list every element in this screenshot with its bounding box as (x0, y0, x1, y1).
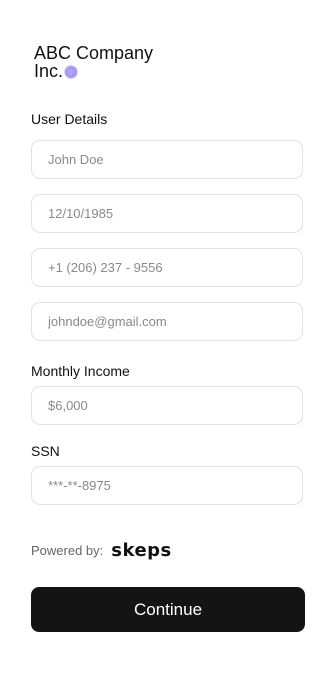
phone-input[interactable] (32, 249, 302, 286)
monthly-income-field[interactable] (31, 386, 303, 425)
ssn-heading: SSN (31, 443, 60, 459)
name-input[interactable] (32, 141, 302, 178)
user-details-heading: User Details (31, 111, 108, 127)
name-field[interactable] (31, 140, 303, 179)
monthly-income-input[interactable] (32, 387, 302, 424)
ssn-input[interactable] (32, 467, 302, 504)
company-name-line2: Inc. (34, 61, 64, 81)
email-input[interactable] (32, 303, 302, 340)
powered-by-label: Powered by: (31, 543, 104, 558)
dob-field[interactable] (31, 194, 303, 233)
continue-button[interactable]: Continue (31, 587, 305, 632)
company-name-line1: ABC Company (34, 43, 154, 63)
phone-field[interactable] (31, 248, 303, 287)
company-brand: ABC Company Inc. (34, 44, 153, 80)
brand-badge-icon (65, 65, 78, 78)
monthly-income-heading: Monthly Income (31, 363, 130, 379)
dob-input[interactable] (32, 195, 302, 232)
ssn-field[interactable] (31, 466, 303, 505)
skeps-logo: skeps (111, 540, 172, 561)
powered-by: Powered by: skeps (31, 540, 172, 561)
email-field[interactable] (31, 302, 303, 341)
